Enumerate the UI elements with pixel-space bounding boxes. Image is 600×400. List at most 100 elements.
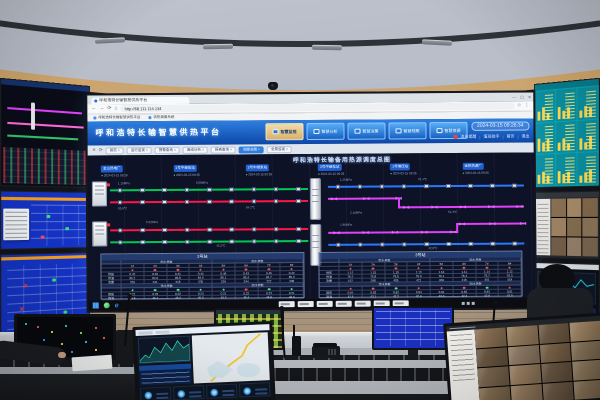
valve-icon[interactable] — [185, 187, 190, 192]
tab-close-icon[interactable]: × — [286, 147, 288, 151]
user-link[interactable]: 首页 — [506, 134, 514, 140]
valve-icon[interactable] — [512, 183, 517, 188]
home-icon[interactable]: ⌂ — [115, 106, 118, 111]
valve-icon[interactable] — [162, 200, 167, 205]
valve-icon[interactable] — [118, 200, 123, 205]
valve-bowtie-icon[interactable]: ▶◀ — [363, 197, 369, 202]
back-icon[interactable]: ← — [91, 106, 96, 111]
valve-icon[interactable] — [380, 184, 385, 189]
valve-bowtie-icon[interactable]: ▶◀ — [460, 205, 466, 210]
taskbar-window-button[interactable] — [298, 301, 314, 307]
forward-icon[interactable]: → — [99, 106, 104, 111]
valve-icon[interactable] — [446, 242, 451, 247]
workspace-tab[interactable]: 全景监视× — [267, 146, 292, 153]
valve-icon[interactable] — [163, 228, 168, 233]
valve-icon[interactable] — [207, 227, 212, 232]
valve-icon[interactable] — [380, 242, 385, 247]
valve-icon[interactable] — [274, 187, 279, 192]
valve-icon[interactable] — [358, 184, 363, 189]
station-chip[interactable]: 金山热电厂 — [101, 165, 123, 172]
valve-bowtie-icon[interactable]: ▶◀ — [516, 205, 522, 210]
valve-bowtie-icon[interactable]: ▶◀ — [403, 205, 409, 210]
station-chip[interactable]: 1号隔压站 — [390, 163, 410, 170]
valve-icon[interactable] — [207, 187, 212, 192]
valve-icon[interactable] — [296, 239, 301, 244]
valve-icon[interactable] — [336, 184, 341, 189]
valve-icon[interactable] — [185, 199, 190, 204]
reload-icon[interactable]: ⟳ — [107, 106, 111, 111]
valve-icon[interactable] — [140, 188, 145, 193]
station-chip[interactable]: 2号中继泵站 — [246, 164, 270, 171]
valve-icon[interactable] — [118, 188, 123, 193]
workspace-tab[interactable]: 首页× — [106, 147, 124, 154]
workspace-tab[interactable]: 运行监视× — [127, 147, 152, 154]
valve-bowtie-icon[interactable]: ▶◀ — [489, 222, 495, 227]
user-link[interactable]: 退出 — [522, 133, 530, 139]
valve-icon[interactable] — [207, 239, 212, 244]
user-link[interactable]: 消息提醒 — [460, 134, 476, 140]
valve-icon[interactable] — [229, 199, 234, 204]
valve-icon[interactable] — [468, 183, 473, 188]
valve-icon[interactable] — [402, 184, 407, 189]
valve-icon[interactable] — [252, 227, 257, 232]
valve-icon[interactable] — [358, 242, 363, 247]
bookmark-item[interactable]: 呼和浩特长输智慧供热平台 — [93, 115, 140, 120]
tray-icon[interactable] — [467, 301, 470, 304]
valve-icon[interactable] — [251, 187, 256, 192]
valve-icon[interactable] — [490, 183, 495, 188]
valve-icon[interactable] — [207, 199, 212, 204]
nav-button[interactable]: 智慧档案 — [388, 122, 426, 139]
taskbar-window-button[interactable] — [336, 301, 352, 307]
nav-button[interactable]: 智慧分析 — [306, 123, 344, 140]
tray-icon[interactable] — [472, 301, 475, 304]
valve-icon[interactable] — [229, 227, 234, 232]
valve-icon[interactable] — [163, 240, 168, 245]
user-link[interactable]: 值班助手 — [483, 134, 499, 140]
taskbar-window-button[interactable] — [317, 301, 333, 307]
star-icon[interactable]: ☆ — [517, 104, 522, 109]
nav-button[interactable]: 智慧监视 — [265, 123, 303, 140]
tab-close-icon[interactable]: × — [146, 148, 148, 152]
minimize-icon[interactable]: — — [512, 95, 516, 100]
valve-icon[interactable] — [140, 228, 145, 233]
edge-browser-icon[interactable]: e — [115, 302, 119, 309]
valve-bowtie-icon[interactable]: ▶◀ — [421, 230, 427, 235]
valve-icon[interactable] — [185, 239, 190, 244]
burger-icon[interactable]: ≡ — [93, 148, 96, 154]
antivirus-icon[interactable] — [104, 302, 110, 308]
valve-bowtie-icon[interactable]: ▶◀ — [431, 205, 437, 210]
nav-button[interactable]: 智慧决策 — [347, 122, 385, 139]
workspace-tab[interactable]: 调度总图× — [239, 146, 264, 153]
valve-icon[interactable] — [296, 187, 301, 192]
valve-bowtie-icon[interactable]: ▶◀ — [520, 221, 526, 226]
taskbar-window-button[interactable] — [355, 301, 371, 307]
station-chip[interactable]: 金桥热源厂 — [462, 163, 484, 170]
valve-bowtie-icon[interactable]: ▶◀ — [488, 205, 494, 210]
bookmark-item[interactable]: 供热调度系统 — [148, 115, 174, 120]
valve-icon[interactable] — [118, 228, 123, 233]
valve-bowtie-icon[interactable]: ▶◀ — [392, 230, 398, 235]
valve-icon[interactable] — [229, 187, 234, 192]
valve-icon[interactable] — [252, 199, 257, 204]
tray-icon[interactable] — [462, 301, 465, 304]
valve-icon[interactable] — [274, 199, 279, 204]
valve-bowtie-icon[interactable]: ▶◀ — [363, 231, 369, 236]
valve-icon[interactable] — [402, 242, 407, 247]
valve-icon[interactable] — [468, 241, 473, 246]
tab-close-icon[interactable]: × — [202, 148, 204, 152]
valve-icon[interactable] — [140, 240, 145, 245]
valve-bowtie-icon[interactable]: ▶◀ — [331, 197, 337, 202]
valve-icon[interactable] — [336, 242, 341, 247]
tab-close-icon[interactable]: × — [174, 148, 176, 152]
valve-icon[interactable] — [424, 184, 429, 189]
workspace-tab[interactable]: 报警查询× — [155, 146, 180, 153]
refresh-icon[interactable]: ⟳ — [99, 147, 103, 153]
valve-icon[interactable] — [140, 200, 145, 205]
valve-icon[interactable] — [513, 241, 518, 246]
valve-icon[interactable] — [185, 227, 190, 232]
station-chip[interactable]: 1号中继泵站 — [173, 165, 197, 172]
valve-icon[interactable] — [162, 188, 167, 193]
valve-icon[interactable] — [230, 239, 235, 244]
start-icon[interactable] — [93, 302, 99, 308]
tab-close-icon[interactable]: × — [230, 148, 232, 152]
